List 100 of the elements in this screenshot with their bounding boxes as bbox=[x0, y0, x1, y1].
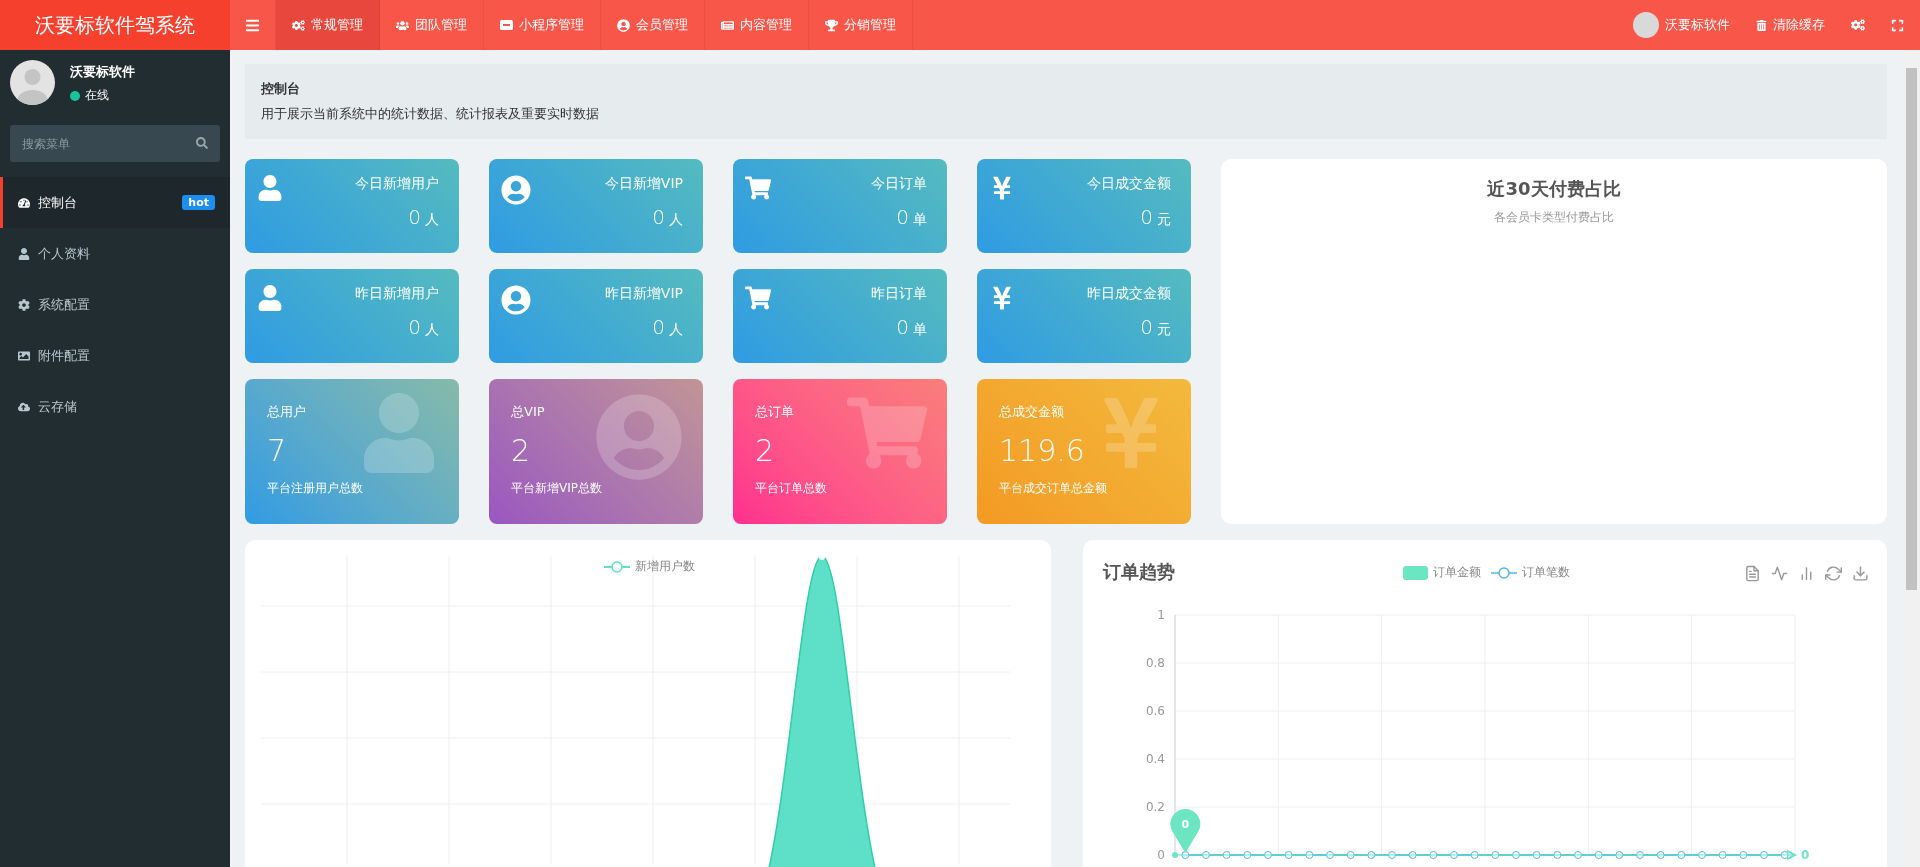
line-point bbox=[1718, 851, 1727, 859]
total-title: 总成交金额 bbox=[999, 403, 1065, 421]
line-point bbox=[1326, 851, 1334, 859]
stat-label: 昨日成交金额 bbox=[1087, 285, 1171, 303]
line-point bbox=[1594, 851, 1603, 859]
refresh-icon[interactable] bbox=[1825, 565, 1842, 582]
legend-swatch bbox=[1403, 565, 1428, 580]
legend-label: 新增用户数 bbox=[635, 558, 695, 575]
legend-line-icon bbox=[604, 559, 630, 574]
line-chart-icon[interactable] bbox=[1771, 565, 1788, 582]
user-menu[interactable]: 沃要标软件 bbox=[1633, 12, 1730, 38]
download-icon[interactable] bbox=[1852, 565, 1869, 582]
sidebar-item[interactable]: 个人资料 bbox=[0, 228, 230, 279]
stat-label: 今日新增用户 bbox=[355, 175, 439, 193]
nav-tab[interactable]: 小程序管理 bbox=[484, 0, 601, 50]
gears-icon bbox=[292, 18, 305, 32]
page-description: 用于展示当前系统中的统计数据、统计报表及重要实时数据 bbox=[261, 105, 600, 123]
line-point bbox=[1636, 851, 1644, 859]
image-icon bbox=[18, 349, 30, 362]
search-icon[interactable] bbox=[196, 137, 208, 149]
scrollbar[interactable] bbox=[1903, 50, 1920, 867]
nav-tab[interactable]: 常规管理 bbox=[276, 0, 380, 50]
axis-label: 0.8 bbox=[1145, 656, 1165, 670]
stat-value: 0 单 bbox=[896, 315, 927, 339]
line-point bbox=[1305, 851, 1314, 859]
users-icon bbox=[396, 18, 409, 32]
total-value: 119.6 bbox=[999, 433, 1086, 468]
sidebar-item[interactable]: 系统配置 bbox=[0, 279, 230, 330]
menu-icon bbox=[245, 17, 260, 33]
user-icon bbox=[257, 285, 283, 311]
line-point bbox=[1553, 851, 1562, 859]
search-field[interactable]: 搜索菜单 bbox=[10, 125, 220, 162]
sidebar-item[interactable]: 控制台 hot bbox=[0, 177, 230, 228]
total-value: 2 bbox=[511, 433, 532, 468]
data-view-icon[interactable] bbox=[1744, 565, 1761, 582]
map-pin bbox=[1170, 809, 1201, 853]
line-point bbox=[1615, 851, 1624, 859]
avatar bbox=[10, 60, 55, 105]
stat-value: 0 人 bbox=[652, 315, 683, 339]
line-point bbox=[1512, 851, 1520, 859]
trash-icon bbox=[1756, 19, 1767, 31]
newspaper-icon bbox=[721, 18, 734, 32]
nav-tab[interactable]: 会员管理 bbox=[601, 0, 705, 50]
sidebar-item[interactable]: 附件配置 bbox=[0, 330, 230, 381]
total-caption: 平台注册用户总数 bbox=[267, 480, 364, 497]
stat-label: 今日成交金额 bbox=[1087, 175, 1171, 193]
sidebar-item[interactable]: 云存储 bbox=[0, 381, 230, 432]
line-point bbox=[1429, 851, 1438, 859]
total-caption: 平台新增VIP总数 bbox=[511, 480, 603, 497]
line-point bbox=[1450, 851, 1458, 859]
settings-icon[interactable] bbox=[1851, 18, 1865, 32]
cloud-upload-icon bbox=[18, 400, 30, 413]
axis-label: 0 bbox=[1157, 848, 1165, 862]
line-point bbox=[1264, 851, 1272, 859]
line-point bbox=[1698, 851, 1706, 859]
stat-value: 0 元 bbox=[1140, 205, 1171, 229]
axis-label: 0.6 bbox=[1145, 704, 1165, 718]
app-title: 沃要标软件驾系统 bbox=[0, 0, 230, 50]
line-point bbox=[1656, 851, 1665, 859]
user-icon bbox=[257, 175, 283, 201]
total-value: 2 bbox=[755, 433, 776, 468]
clear-cache-link[interactable]: 清除缓存 bbox=[1756, 16, 1825, 34]
stat-label: 昨日新增VIP bbox=[604, 285, 683, 303]
line-point bbox=[1780, 851, 1789, 859]
avatar bbox=[1633, 12, 1659, 38]
stat-value: 0 单 bbox=[896, 205, 927, 229]
line-point bbox=[1202, 851, 1210, 859]
cart-icon bbox=[745, 175, 771, 201]
line-point bbox=[1346, 851, 1355, 859]
pin-label: 0 bbox=[1181, 818, 1190, 831]
line-point bbox=[1739, 851, 1748, 859]
card-title: 近30天付费占比 bbox=[1487, 177, 1621, 201]
nav-tab[interactable]: 内容管理 bbox=[705, 0, 809, 50]
badge-icon bbox=[500, 20, 513, 30]
page-title: 控制台 bbox=[261, 80, 301, 98]
hot-badge: hot bbox=[182, 195, 215, 210]
axis-label: 1 bbox=[1157, 608, 1165, 622]
total-title: 总用户 bbox=[267, 403, 307, 421]
legend-label: 订单笔数 bbox=[1522, 564, 1570, 581]
status-text: 在线 bbox=[85, 87, 109, 104]
legend-line-icon bbox=[1491, 565, 1517, 580]
line-point bbox=[1222, 851, 1231, 859]
nav-tab[interactable]: 团队管理 bbox=[380, 0, 484, 50]
fullscreen-icon[interactable] bbox=[1891, 18, 1904, 32]
line-point bbox=[1574, 851, 1582, 859]
settings-icon bbox=[18, 298, 30, 311]
line-point bbox=[1388, 851, 1396, 859]
line-point bbox=[1243, 851, 1252, 859]
line-point bbox=[1367, 851, 1376, 859]
nav-tab[interactable]: 分销管理 bbox=[809, 0, 913, 50]
total-caption: 平台成交订单总金额 bbox=[999, 480, 1108, 497]
stat-value: 0 人 bbox=[408, 205, 439, 229]
total-title: 总VIP bbox=[511, 403, 546, 421]
total-title: 总订单 bbox=[755, 403, 795, 421]
legend-label: 订单金额 bbox=[1433, 564, 1481, 581]
line-point bbox=[1677, 851, 1686, 859]
stat-label: 昨日订单 bbox=[871, 285, 927, 303]
line-point bbox=[1408, 851, 1417, 859]
chart-title: 订单趋势 bbox=[1103, 560, 1175, 584]
line-point bbox=[1532, 851, 1541, 859]
